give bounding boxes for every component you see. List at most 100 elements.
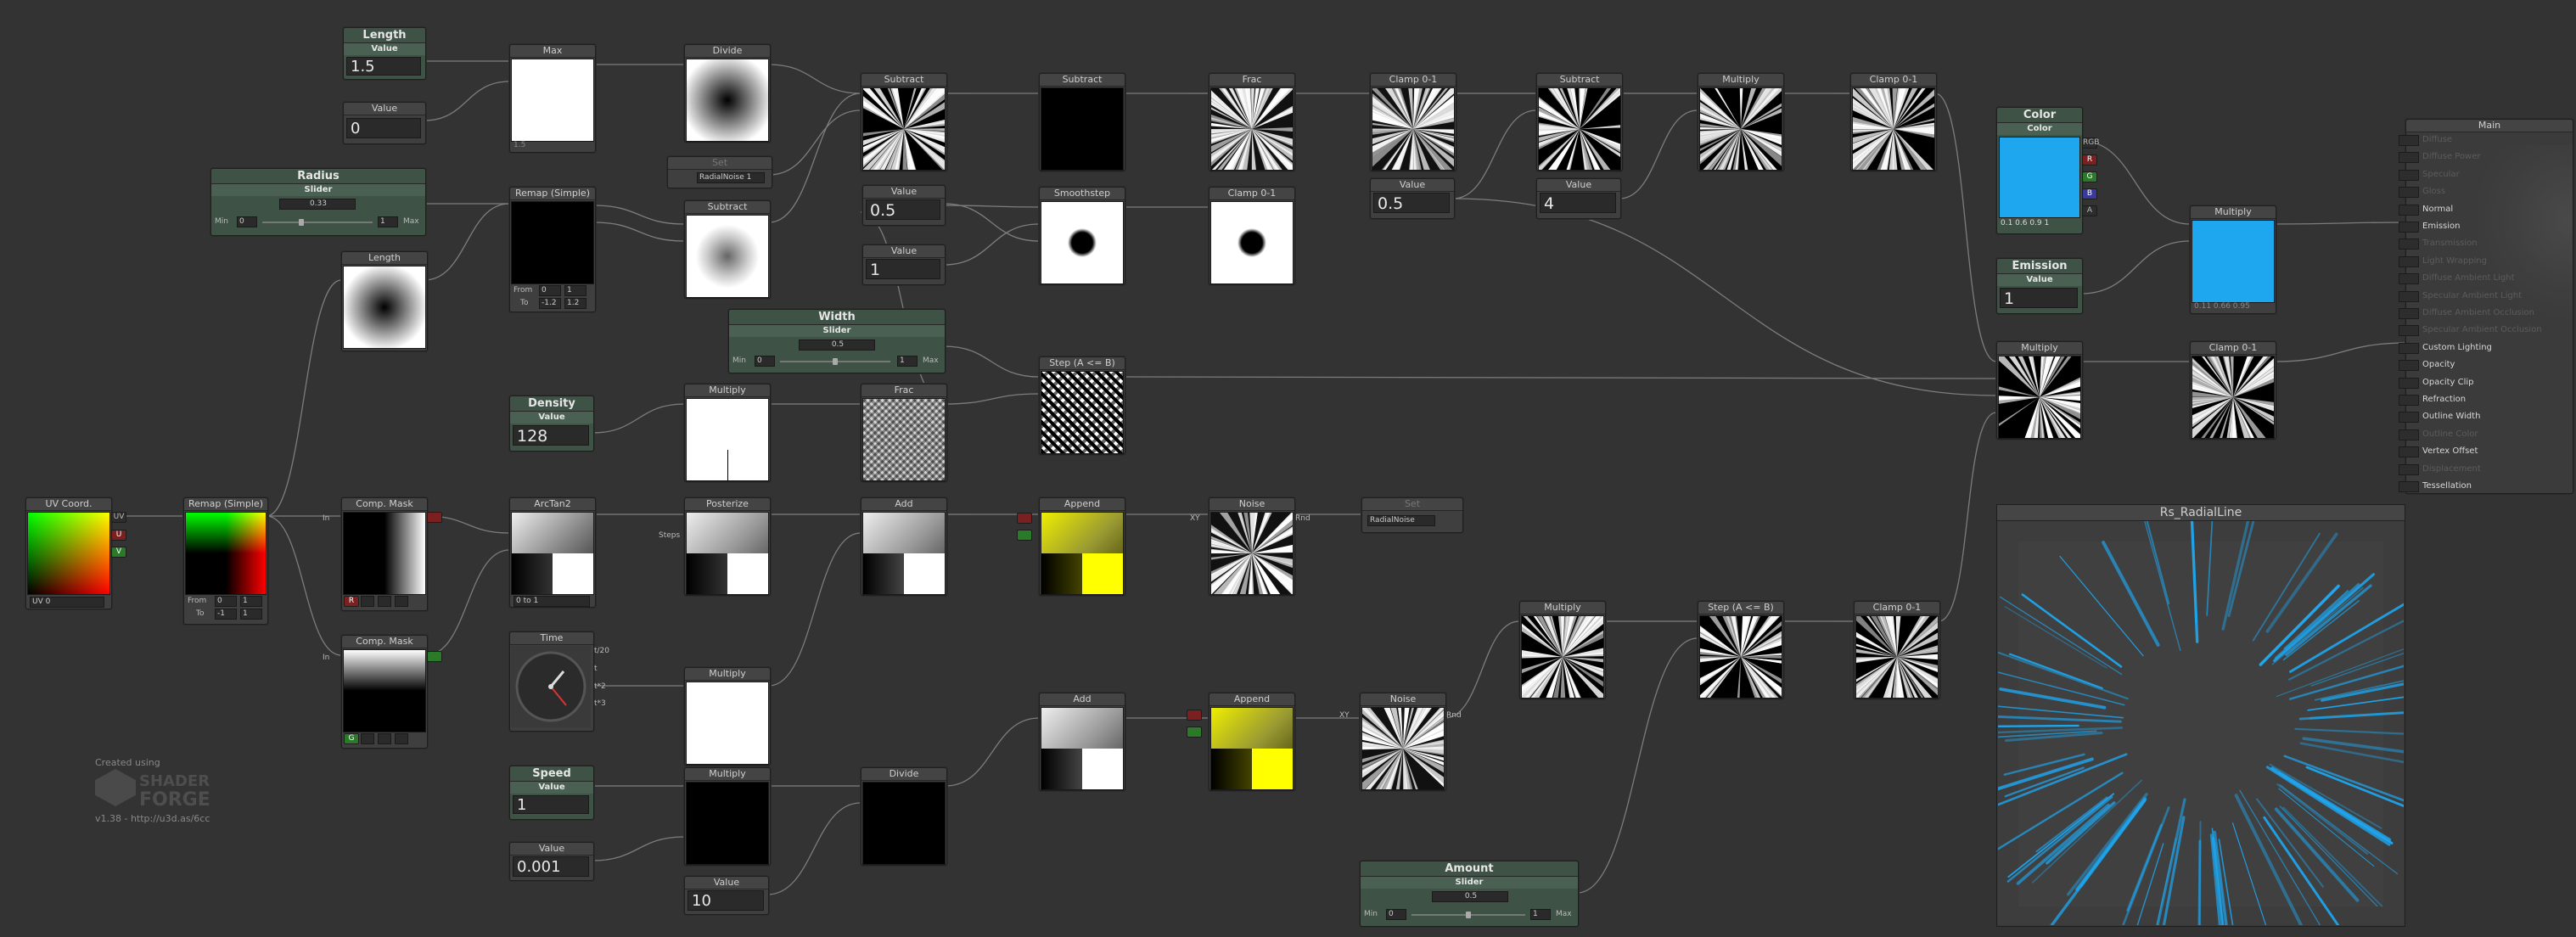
node-color[interactable]: Color Color 0.1 0.6 0.9 1 [1996, 107, 2083, 234]
main-input-port[interactable] [2399, 169, 2419, 181]
density-value-field[interactable]: 128 [513, 425, 589, 446]
node-add-2[interactable]: Add [1039, 693, 1125, 791]
node-step-2[interactable]: Step (A <= B) [1698, 601, 1784, 699]
node-frac-2[interactable]: Frac [861, 384, 947, 482]
node-uv-coord[interactable]: UV Coord. UV 0 [25, 497, 112, 609]
port-r-in[interactable] [1187, 710, 1202, 721]
port-g-in[interactable] [1187, 727, 1202, 738]
port-r-out[interactable] [427, 512, 442, 523]
value-0-field[interactable]: 0 [346, 118, 421, 138]
node-add-1[interactable]: Add [861, 497, 947, 596]
main-input-port[interactable] [2399, 290, 2419, 302]
node-value-0[interactable]: Value 0 [343, 102, 426, 144]
set-name-field[interactable]: RadialNoise 1 [697, 172, 765, 183]
node-value-10[interactable]: Value 10 [684, 876, 769, 915]
port-rgb[interactable]: RGB [2082, 137, 2099, 149]
node-density[interactable]: Density Value 128 [509, 396, 594, 452]
node-value-05[interactable]: Value 0.5 [862, 185, 946, 226]
node-clamp-5[interactable]: Clamp 0-1 [2190, 341, 2276, 440]
main-input-port[interactable] [2399, 238, 2419, 250]
node-multiply-6[interactable]: Multiply 0.11 0.66 0.95 [2190, 205, 2276, 314]
arctan2-range-select[interactable]: 0 to 1 [514, 596, 590, 607]
channel-4-toggle[interactable] [395, 733, 408, 744]
node-value-4[interactable]: Value 4 [1536, 178, 1621, 219]
channel-2-toggle[interactable] [361, 733, 374, 744]
main-input-port[interactable] [2399, 360, 2419, 372]
node-step-1[interactable]: Step (A <= B) [1039, 356, 1125, 455]
to-min-field[interactable]: -1.2 [539, 298, 561, 309]
node-remap-simple-1[interactable]: Remap (Simple) From 0 1 To -1.2 1.2 [509, 187, 596, 312]
amount-value-field[interactable]: 0.5 [1432, 891, 1508, 902]
port-r-in[interactable] [1017, 513, 1032, 524]
from-min-field[interactable]: 0 [215, 596, 237, 607]
node-value-1[interactable]: Value 1 [862, 244, 946, 285]
to-max-field[interactable]: 1.2 [564, 298, 586, 309]
length-value-field[interactable]: 1.5 [346, 57, 421, 76]
set-name-field[interactable]: RadialNoise [1367, 515, 1435, 526]
node-remap-simple-2[interactable]: Remap (Simple) From 0 1 To -1 1 [183, 497, 268, 625]
port-a[interactable]: A [2082, 205, 2097, 216]
node-value-0001[interactable]: Value 0.001 [509, 842, 594, 881]
main-input-port[interactable] [2399, 481, 2419, 492]
node-clamp-1[interactable]: Clamp 0-1 [1370, 73, 1456, 171]
node-arctan2[interactable]: ArcTan2 0 to 1 [509, 497, 596, 608]
port-u[interactable]: U [111, 530, 126, 541]
speed-value-field[interactable]: 1 [513, 795, 589, 814]
port-g[interactable]: G [2082, 171, 2097, 182]
node-frac-1[interactable]: Frac [1209, 73, 1295, 171]
node-multiply-7[interactable]: Multiply [1996, 341, 2083, 440]
radius-min-field[interactable]: 0 [237, 216, 257, 227]
node-emission[interactable]: Emission Value 1 [1996, 258, 2083, 314]
to-max-field[interactable]: 1 [240, 609, 262, 620]
port-b[interactable]: B [2082, 188, 2097, 199]
time-t-port[interactable]: t [594, 665, 598, 673]
width-value-field[interactable]: 0.5 [799, 339, 875, 351]
amount-max-field[interactable]: 1 [1530, 909, 1551, 920]
width-max-field[interactable]: 1 [897, 356, 918, 367]
node-multiply-1[interactable]: Multiply [1698, 73, 1784, 171]
value-1-field[interactable]: 1 [866, 259, 940, 279]
node-noise-1[interactable]: Noise [1209, 497, 1295, 596]
width-min-field[interactable]: 0 [755, 356, 775, 367]
value-05b-field[interactable]: 0.5 [1373, 193, 1450, 213]
port-v[interactable]: V [111, 547, 126, 558]
channel-g-toggle[interactable]: G [344, 733, 359, 744]
node-set-radialnoise-2[interactable]: Set RadialNoise [1361, 497, 1463, 533]
main-input-port[interactable] [2399, 308, 2419, 319]
main-input-port[interactable] [2399, 152, 2419, 164]
node-width-slider[interactable]: Width Slider 0.5 Min 0 1 Max [728, 309, 946, 373]
value-4-field[interactable]: 4 [1540, 193, 1616, 213]
node-subtract-4[interactable]: Subtract [684, 200, 771, 299]
node-multiply-5[interactable]: Multiply [1519, 601, 1606, 699]
main-input-port[interactable] [2399, 222, 2419, 233]
uv-channel-select[interactable]: UV 0 [30, 597, 104, 608]
amount-slider-knob[interactable] [1466, 912, 1471, 918]
color-swatch[interactable] [1999, 137, 2080, 218]
node-smoothstep[interactable]: Smoothstep [1039, 187, 1125, 285]
node-append-2[interactable]: Append [1209, 693, 1295, 791]
node-multiply-4[interactable]: Multiply [684, 767, 771, 866]
main-input-port[interactable] [2399, 135, 2419, 146]
main-input-port[interactable] [2399, 325, 2419, 337]
node-radius-slider[interactable]: Radius Slider 0.33 Min 0 1 Max [210, 168, 426, 236]
node-noise-2[interactable]: Noise [1360, 693, 1446, 791]
node-value-05b[interactable]: Value 0.5 [1370, 178, 1455, 219]
main-input-port[interactable] [2399, 412, 2419, 424]
to-min-field[interactable]: -1 [215, 609, 237, 620]
channel-4-toggle[interactable] [395, 596, 408, 607]
node-multiply-2[interactable]: Multiply [684, 384, 771, 482]
radius-slider-knob[interactable] [299, 219, 304, 226]
channel-3-toggle[interactable] [378, 733, 391, 744]
node-length[interactable]: Length [341, 251, 428, 351]
node-length-value[interactable]: Length Value 1.5 [343, 27, 426, 80]
node-clamp-2[interactable]: Clamp 0-1 [1850, 73, 1937, 171]
time-t2-port[interactable]: t*2 [594, 682, 606, 691]
channel-3-toggle[interactable] [378, 596, 391, 607]
main-input-port[interactable] [2399, 273, 2419, 285]
value-10-field[interactable]: 10 [687, 890, 764, 911]
emission-value-field[interactable]: 1 [2000, 288, 2078, 308]
node-comp-mask-g[interactable]: Comp. Mask G [341, 635, 428, 749]
node-posterize[interactable]: Posterize [684, 497, 771, 596]
node-subtract-2[interactable]: Subtract [1039, 73, 1125, 171]
node-max[interactable]: Max 1.5 [509, 44, 596, 153]
